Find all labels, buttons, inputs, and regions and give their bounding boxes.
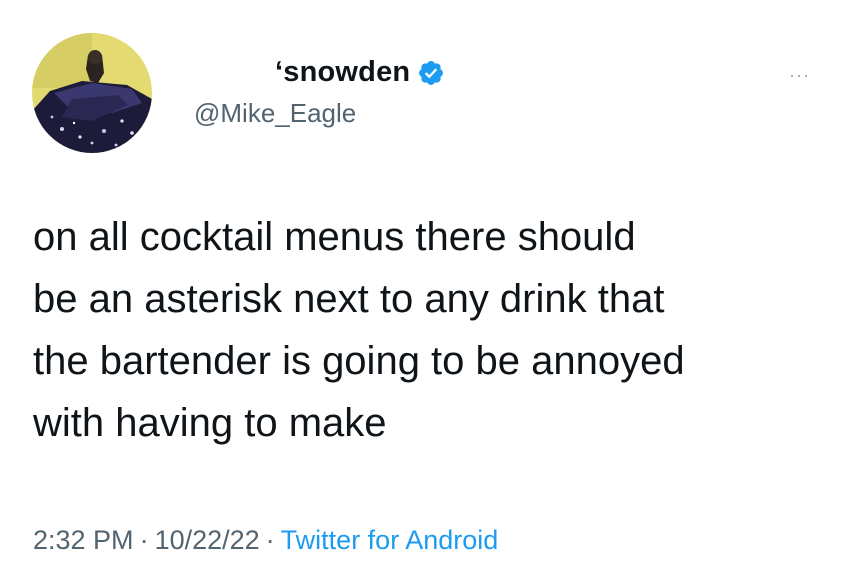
tweet-text-line: on all cocktail menus there should: [33, 215, 636, 259]
tweet-date[interactable]: 10/22/22: [155, 525, 260, 555]
meta-separator: ·: [265, 525, 275, 555]
avatar-icon: [32, 33, 152, 153]
avatar[interactable]: [32, 33, 152, 153]
tweet-text-line: the bartender is going to be annoyed: [33, 339, 685, 383]
verified-badge-icon: [419, 60, 444, 85]
more-options-icon[interactable]: ···: [789, 66, 810, 84]
tweet-text-line: be an asterisk next to any drink that: [33, 277, 665, 321]
tweet-source-link[interactable]: Twitter for Android: [281, 525, 499, 555]
display-name[interactable]: ʻsnowden: [275, 56, 410, 89]
author-name-row[interactable]: ʻsnowden: [275, 56, 445, 89]
tweet-text-line: with having to make: [33, 401, 387, 445]
tweet-card: ʻsnowden @Mike_Eagle ··· on all cocktail…: [0, 0, 850, 578]
author-handle[interactable]: @Mike_Eagle: [194, 98, 356, 129]
tweet-text: on all cocktail menus there should be an…: [33, 206, 833, 454]
tweet-time[interactable]: 2:32 PM: [33, 525, 134, 555]
tweet-metadata: 2:32 PM · 10/22/22 · Twitter for Android: [33, 525, 498, 556]
meta-separator: ·: [139, 525, 149, 555]
